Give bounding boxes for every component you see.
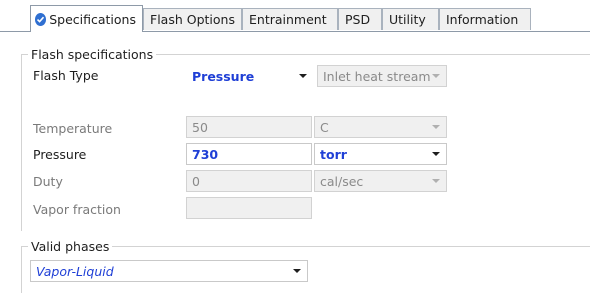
temperature-value: 50 xyxy=(192,119,208,135)
tab-strip: Specifications Flash Options Entrainment… xyxy=(0,0,590,32)
duty-unit-value: cal/sec xyxy=(320,173,364,189)
temperature-input[interactable]: 50 xyxy=(186,116,312,138)
vapor-fraction-label: Vapor fraction xyxy=(33,202,121,217)
valid-phases-value: Vapor-Liquid xyxy=(36,263,114,279)
chevron-down-icon xyxy=(432,179,440,183)
chevron-down-icon xyxy=(432,152,440,156)
chevron-down-icon xyxy=(293,269,301,273)
duty-label: Duty xyxy=(33,174,63,189)
tab-label: Utility xyxy=(389,12,426,27)
chevron-down-icon xyxy=(299,74,307,78)
flash-type-select[interactable]: Pressure xyxy=(186,65,314,87)
temperature-label: Temperature xyxy=(33,121,113,136)
tab-utility[interactable]: Utility xyxy=(382,8,439,30)
tab-psd[interactable]: PSD xyxy=(338,8,382,30)
duty-input[interactable]: 0 xyxy=(186,170,312,192)
group-title-flash-specifications: Flash specifications xyxy=(28,47,157,62)
flash-type-value: Pressure xyxy=(192,68,255,84)
specifications-panel: Flash specifications Flash Type Pressure… xyxy=(4,32,590,293)
tab-label: Information xyxy=(446,12,519,27)
pressure-input[interactable]: 730 xyxy=(186,143,312,165)
chevron-down-icon xyxy=(432,74,440,78)
flash-type-label: Flash Type xyxy=(33,68,99,83)
check-circle-icon xyxy=(35,12,47,26)
tab-label: Specifications xyxy=(49,11,136,27)
pressure-unit-value: torr xyxy=(320,146,347,162)
tab-label: Flash Options xyxy=(150,12,235,27)
pressure-unit-select[interactable]: torr xyxy=(314,143,447,165)
temperature-unit-select[interactable]: C xyxy=(314,116,447,138)
tab-label: Entrainment xyxy=(249,12,327,27)
tab-label: PSD xyxy=(345,12,371,27)
pressure-value: 730 xyxy=(192,146,219,162)
vapor-fraction-input[interactable] xyxy=(186,197,312,219)
duty-value: 0 xyxy=(192,173,200,189)
group-title-valid-phases: Valid phases xyxy=(28,239,113,254)
temperature-unit-value: C xyxy=(320,119,329,135)
duty-unit-select[interactable]: cal/sec xyxy=(314,170,447,192)
pressure-label: Pressure xyxy=(33,147,87,162)
tab-flash-options[interactable]: Flash Options xyxy=(143,8,242,30)
inlet-heat-stream-value: Inlet heat stream xyxy=(323,68,431,84)
tab-entrainment[interactable]: Entrainment xyxy=(242,8,338,30)
tab-information[interactable]: Information xyxy=(439,8,531,30)
tab-specifications[interactable]: Specifications xyxy=(30,5,143,32)
valid-phases-select[interactable]: Vapor-Liquid xyxy=(30,260,308,282)
inlet-heat-stream-select[interactable]: Inlet heat stream xyxy=(317,65,447,87)
chevron-down-icon xyxy=(432,125,440,129)
